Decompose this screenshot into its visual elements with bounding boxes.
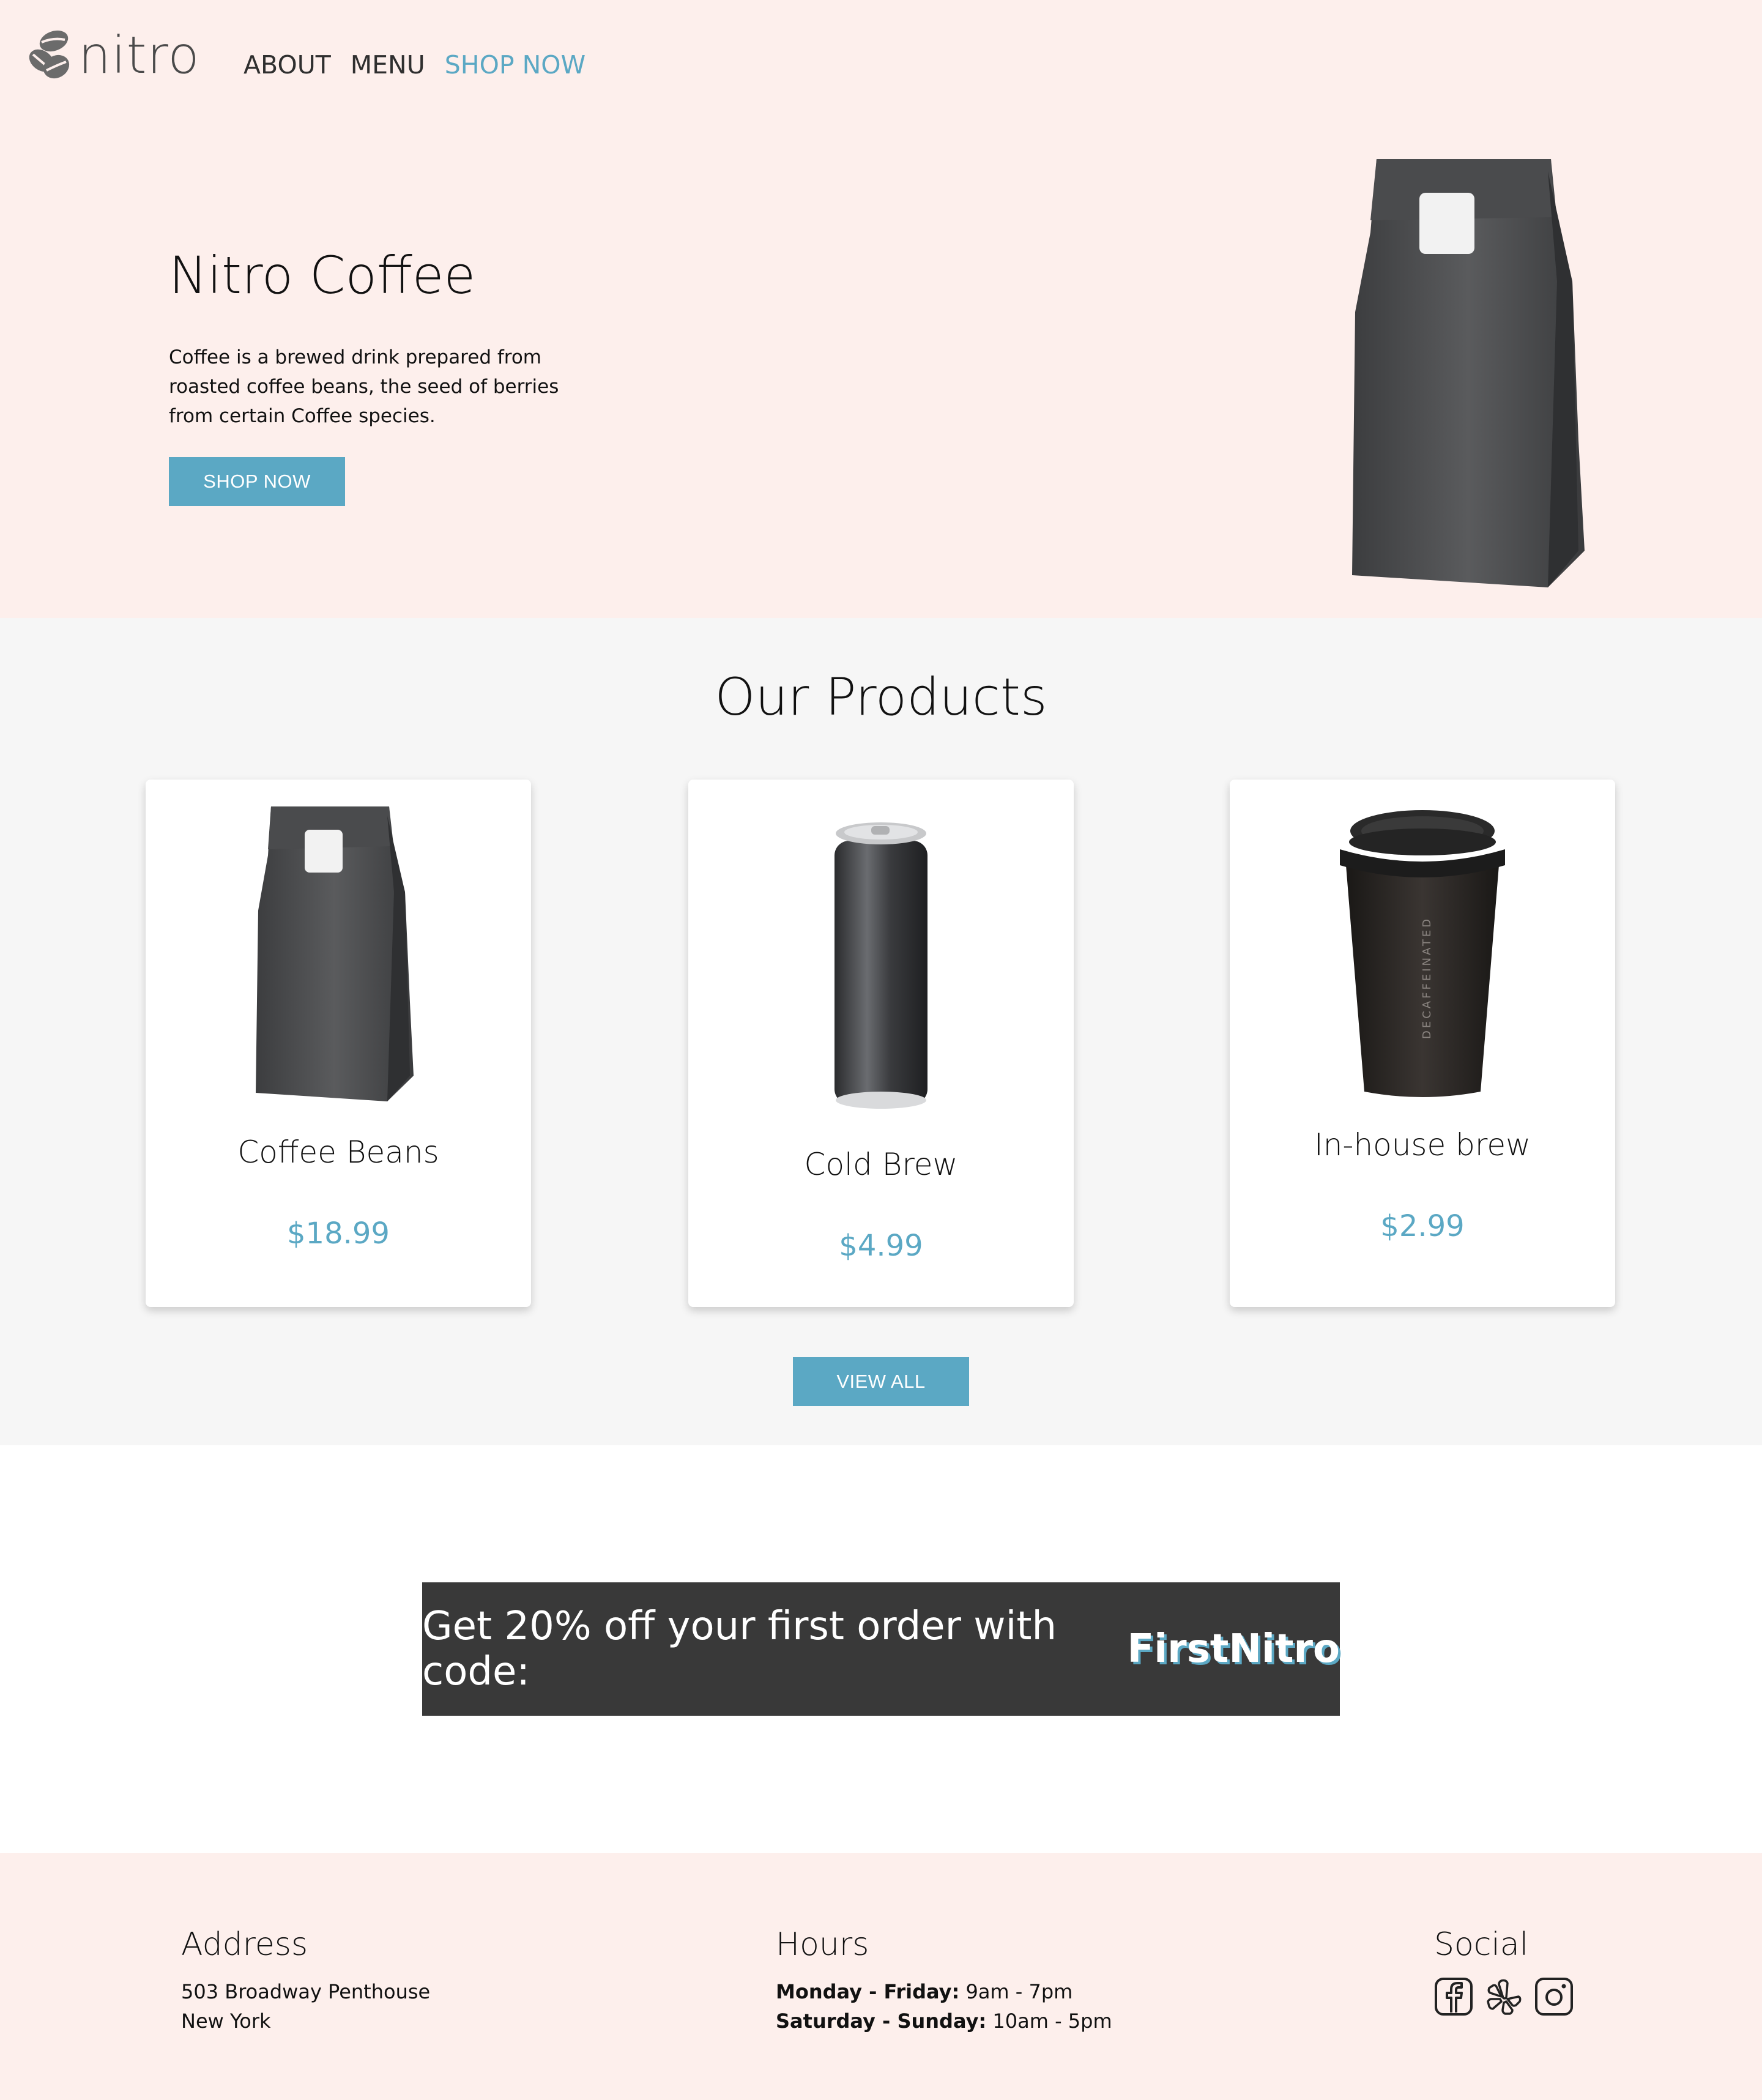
weekend-label: Saturday - Sunday: (776, 2009, 987, 2033)
hero-title: Nitro Coffee (169, 245, 476, 305)
nav-menu[interactable]: MENU (351, 48, 425, 82)
product-price: $2.99 (1380, 1209, 1465, 1243)
logo[interactable]: nitro (24, 28, 200, 83)
coffee-cup-image: DECAFFEINATED (1340, 810, 1505, 1097)
instagram-icon[interactable] (1534, 1977, 1574, 2016)
promo-banner: Get 20% off your first order with code: … (422, 1582, 1340, 1716)
logo-text: nitro (78, 25, 200, 85)
coffee-bag-image (256, 806, 414, 1101)
hero-shop-now-button[interactable]: SHOP NOW (169, 457, 345, 506)
coffee-bag-image (1352, 159, 1585, 587)
social-heading: Social (1434, 1926, 1529, 1963)
main-nav: ABOUT MENU SHOP NOW (243, 48, 605, 82)
nav-about[interactable]: ABOUT (243, 48, 331, 82)
nav-shop-now[interactable]: SHOP NOW (445, 48, 585, 82)
address-line-1: 503 Broadway Penthouse (181, 1980, 431, 2003)
hero-section: nitro ABOUT MENU SHOP NOW Nitro Coffee C… (0, 0, 1762, 618)
cup-label-text: DECAFFEINATED (1421, 917, 1433, 1039)
yelp-icon[interactable] (1484, 1977, 1523, 2016)
view-all-button[interactable]: VIEW ALL (793, 1357, 969, 1406)
product-price: $4.99 (839, 1229, 923, 1263)
promo-code: FirstNitro (1127, 1626, 1340, 1672)
coffee-beans-icon (29, 30, 70, 79)
product-card-cold-brew[interactable]: Cold Brew $4.99 (688, 780, 1074, 1307)
address-heading: Address (181, 1926, 308, 1963)
footer: Address 503 Broadway Penthouse New York … (0, 1853, 1762, 2100)
weekday-label: Monday - Friday: (776, 1980, 960, 2003)
product-card-in-house-brew[interactable]: DECAFFEINATED In-house brew $2.99 (1230, 780, 1615, 1307)
weekend-hours: 10am - 5pm (992, 2009, 1112, 2033)
footer-social: Social (1434, 1923, 1574, 2016)
hero-description: Coffee is a brewed drink prepared from r… (169, 346, 559, 427)
product-card-coffee-beans[interactable]: Coffee Beans $18.99 (146, 780, 531, 1307)
address-line-2: New York (181, 2009, 271, 2033)
footer-hours: Hours Monday - Friday: 9am - 7pm Saturda… (776, 1923, 1112, 2036)
social-icons (1434, 1977, 1574, 2016)
product-name: In-house brew (1314, 1127, 1531, 1163)
product-name: Cold Brew (804, 1147, 958, 1182)
facebook-icon[interactable] (1434, 1977, 1473, 2016)
hours-weekday: Monday - Friday: 9am - 7pm (776, 1977, 1112, 2006)
products-section: Our Products Coffee Beans $18.99 Cold Br… (0, 618, 1762, 1445)
footer-address: Address 503 Broadway Penthouse New York (181, 1923, 430, 2036)
hours-heading: Hours (776, 1926, 869, 1963)
product-price: $18.99 (287, 1216, 390, 1251)
promo-text: Get 20% off your first order with code: (422, 1604, 1057, 1694)
product-name: Coffee Beans (237, 1134, 439, 1170)
products-title: Our Products (715, 667, 1047, 727)
hours-weekend: Saturday - Sunday: 10am - 5pm (776, 2006, 1112, 2036)
weekday-hours: 9am - 7pm (965, 1980, 1073, 2003)
can-image (835, 822, 927, 1109)
